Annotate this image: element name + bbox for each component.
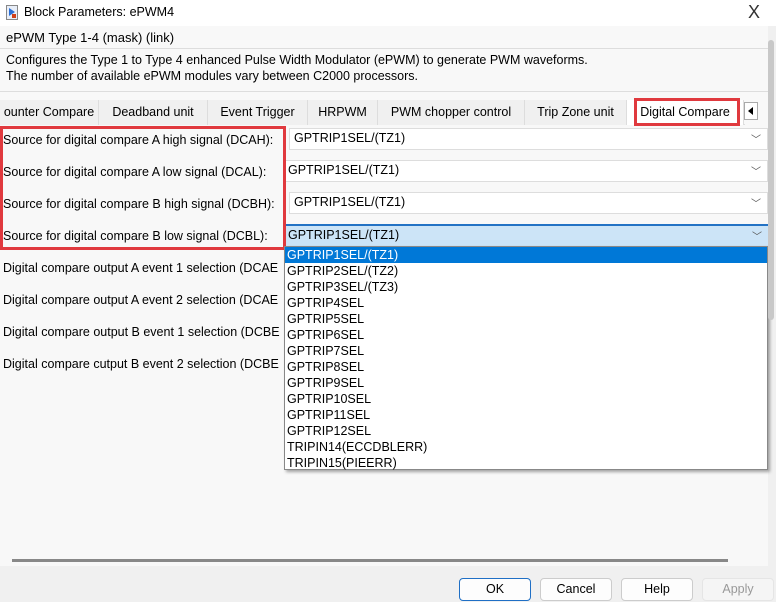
dcah-dropdown[interactable]: GPTRIP1SEL/(TZ1) ﹀ <box>289 128 768 150</box>
dropdown-option[interactable]: GPTRIP10SEL <box>285 391 767 407</box>
chevron-down-icon: ﹀ <box>751 167 761 178</box>
dropdown-option[interactable]: GPTRIP5SEL <box>285 311 767 327</box>
horizontal-scrollbar[interactable] <box>12 559 728 562</box>
chevron-down-icon: ﹀ <box>752 232 762 243</box>
tab-hrpwm[interactable]: HRPWM <box>308 100 378 125</box>
dropdown-option[interactable]: TRIPIN15(PIEERR) <box>285 455 767 471</box>
description-line-1: Configures the Type 1 to Type 4 enhanced… <box>6 53 588 67</box>
dropdown-option[interactable]: GPTRIP1SEL/(TZ1) <box>285 247 767 263</box>
dcbh-dropdown[interactable]: GPTRIP1SEL/(TZ1) ﹀ <box>289 192 768 214</box>
dropdown-option[interactable]: GPTRIP2SEL/(TZ2) <box>285 263 767 279</box>
dcbl-dropdown-list: GPTRIP1SEL/(TZ1) GPTRIP2SEL/(TZ2) GPTRIP3S… <box>284 246 768 470</box>
tab-event-trigger[interactable]: Event Trigger <box>208 100 308 125</box>
chevron-down-icon: ﹀ <box>751 135 761 146</box>
simulink-block-icon <box>6 5 18 20</box>
param-label-dcaevt1: Digital compare output A event 1 selecti… <box>3 261 279 275</box>
highlight-box-params <box>0 126 286 250</box>
dropdown-option[interactable]: GPTRIP9SEL <box>285 375 767 391</box>
title-bar: Block Parameters: ePWM4 X <box>0 0 776 26</box>
tab-pwm-chopper-control[interactable]: PWM chopper control <box>378 100 525 125</box>
description-line-2: The number of available ePWM modules var… <box>6 69 419 83</box>
param-label-dcbevt2: Digital compare cutput B event 2 selecti… <box>3 357 279 371</box>
close-button[interactable]: X <box>748 2 760 23</box>
highlight-box-tab <box>634 98 740 126</box>
dcbl-dropdown[interactable]: GPTRIP1SEL/(TZ1) ﹀ <box>284 224 768 246</box>
dcbl-value: GPTRIP1SEL/(TZ1) <box>288 228 400 242</box>
dcal-value: GPTRIP1SEL/(TZ1) <box>288 163 400 177</box>
ok-button[interactable]: OK <box>459 578 531 601</box>
help-button[interactable]: Help <box>621 578 693 601</box>
dcbh-value: GPTRIP1SEL/(TZ1) <box>294 195 406 209</box>
dcal-dropdown[interactable]: GPTRIP1SEL/(TZ1) ﹀ <box>284 160 768 182</box>
param-label-dcbevt1: Digital compare output B event 1 selecti… <box>3 325 280 339</box>
dropdown-option[interactable]: TRIPIN14(ECCDBLERR) <box>285 439 767 455</box>
window-title: Block Parameters: ePWM4 <box>24 5 175 19</box>
chevron-down-icon: ﹀ <box>751 199 761 210</box>
tab-deadband-unit[interactable]: Deadband unit <box>99 100 208 125</box>
divider <box>0 48 768 49</box>
dropdown-option[interactable]: GPTRIP8SEL <box>285 359 767 375</box>
dropdown-option[interactable]: GPTRIP11SEL <box>285 407 767 423</box>
vertical-scrollbar[interactable] <box>768 40 774 320</box>
dropdown-option[interactable]: GPTRIP7SEL <box>285 343 767 359</box>
dcah-value: GPTRIP1SEL/(TZ1) <box>294 131 406 145</box>
cancel-button[interactable]: Cancel <box>540 578 612 601</box>
apply-button[interactable]: Apply <box>702 578 774 601</box>
tab-scroll-left-button[interactable] <box>744 102 758 120</box>
dropdown-option[interactable]: GPTRIP4SEL <box>285 295 767 311</box>
dropdown-option[interactable]: GPTRIP12SEL <box>285 423 767 439</box>
tab-counter-compare[interactable]: ounter Compare <box>0 100 99 125</box>
divider <box>0 91 768 92</box>
group-title: ePWM Type 1-4 (mask) (link) <box>6 30 175 45</box>
tab-trip-zone-unit[interactable]: Trip Zone unit <box>525 100 627 125</box>
param-label-dcaevt2: Digital compare output A event 2 selecti… <box>3 293 279 307</box>
dropdown-option[interactable]: GPTRIP6SEL <box>285 327 767 343</box>
dropdown-option[interactable]: GPTRIP3SEL/(TZ3) <box>285 279 767 295</box>
